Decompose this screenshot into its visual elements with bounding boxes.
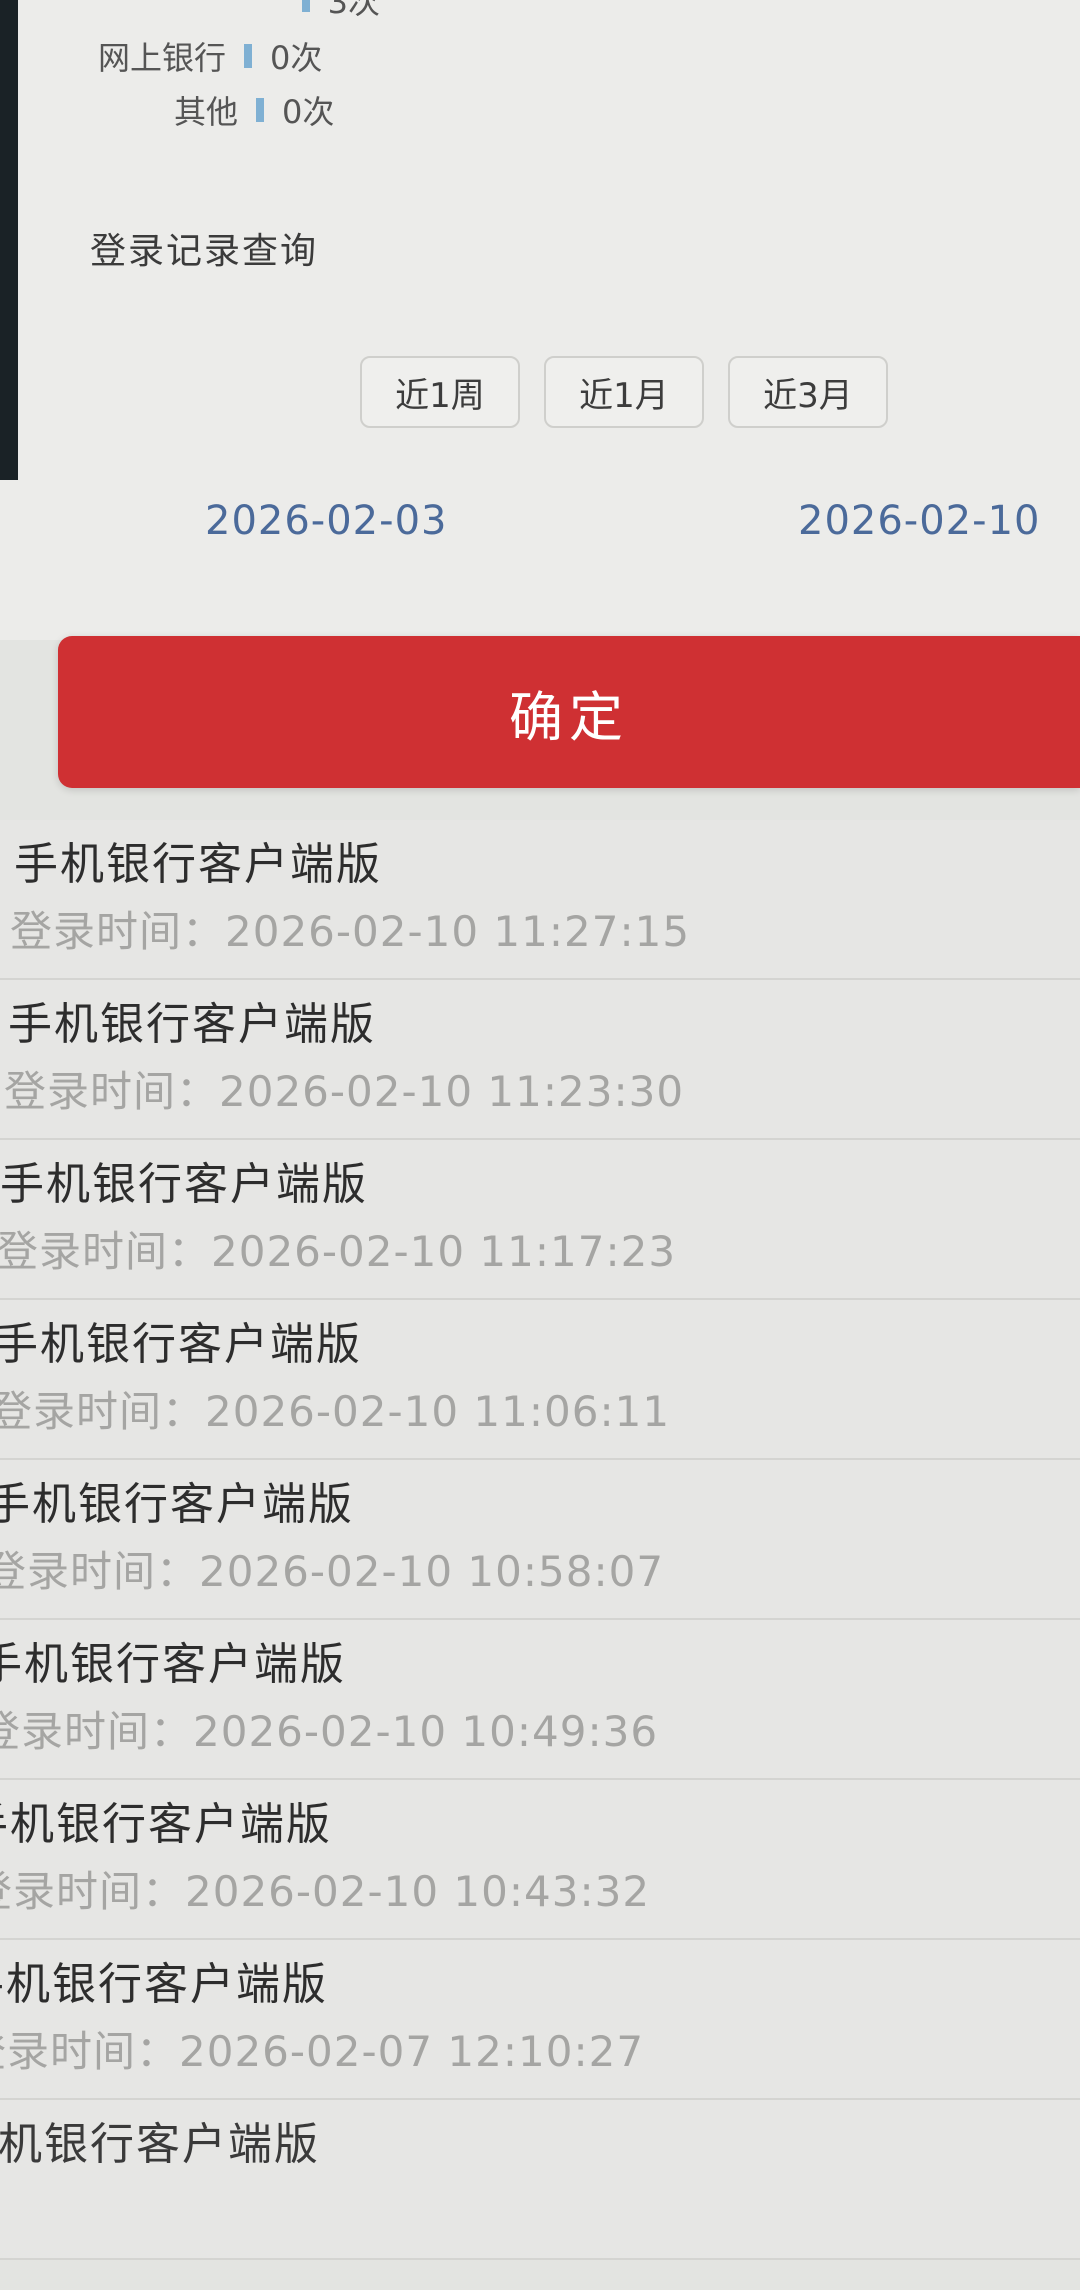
stat-row-online-banking: 网上银行 0次 xyxy=(98,28,322,84)
stat-bar xyxy=(301,0,310,12)
stat-count: 0次 xyxy=(282,93,335,131)
record-time: 登录时间：2026-02-10 11:17:23 xyxy=(0,1227,677,1276)
record-time: 登录时间：2026-02-07 12:10:27 xyxy=(0,2027,645,2076)
list-item[interactable]: 手机银行客户端版 登录时间：2026-02-10 10:58:07 xyxy=(0,1460,1080,1620)
list-item[interactable]: 手机银行客户端版 登录时间：2026-02-07 12:10:27 xyxy=(0,1940,1080,2100)
record-title: 手机银行客户端版 xyxy=(0,1959,328,2010)
record-title: 手机银行客户端版 xyxy=(14,839,382,890)
stat-bar xyxy=(244,44,253,68)
stat-row-other: 其他 0次 xyxy=(174,82,334,138)
stat-count: 0次 xyxy=(270,39,323,77)
stat-bar xyxy=(256,98,265,122)
stat-row-partial: 3次 xyxy=(301,0,380,28)
section-title: 登录记录查询 xyxy=(90,231,319,272)
record-time: 登录时间：2026-02-10 11:27:15 xyxy=(10,907,691,956)
range-chips: 近1周 近1月 近3月 xyxy=(360,356,888,428)
device-bezel xyxy=(0,0,18,480)
record-title: 手机银行客户端版 xyxy=(0,1159,368,1210)
list-item[interactable]: 手机银行客户端版 登录时间：2026-02-10 10:49:36 xyxy=(0,1620,1080,1780)
record-title: 手机银行客户端版 xyxy=(0,2119,320,2170)
end-date-picker[interactable]: 2026-02-10 xyxy=(798,498,1040,544)
login-record-list: 手机银行客户端版 登录时间：2026-02-10 11:27:15 手机银行客户… xyxy=(0,820,1080,2260)
chip-3-months[interactable]: 近3月 xyxy=(728,356,888,428)
list-item[interactable]: 手机银行客户端版 登录时间：2026-02-10 10:43:32 xyxy=(0,1780,1080,1940)
list-item[interactable]: 手机银行客户端版 登录时间：2026-02-10 11:23:30 xyxy=(0,980,1080,1140)
query-panel xyxy=(0,0,1080,640)
record-title: 手机银行客户端版 xyxy=(0,1319,362,1370)
record-time: 登录时间：2026-02-10 10:58:07 xyxy=(0,1547,665,1596)
chip-1-week[interactable]: 近1周 xyxy=(360,356,520,428)
record-time: 登录时间：2026-02-10 11:06:11 xyxy=(0,1387,671,1436)
record-title: 手机银行客户端版 xyxy=(0,1479,354,1530)
stat-label: 其他 xyxy=(174,93,239,131)
stat-count: 3次 xyxy=(327,0,380,21)
confirm-button[interactable]: 确定 xyxy=(58,636,1080,788)
record-title: 手机银行客户端版 xyxy=(0,1799,332,1850)
record-time: 登录时间：2026-02-10 10:43:32 xyxy=(0,1867,651,1916)
list-item[interactable]: 手机银行客户端版 登录时间：2026-02-10 11:06:11 xyxy=(0,1300,1080,1460)
stat-label: 网上银行 xyxy=(98,39,227,77)
list-item[interactable]: 手机银行客户端版 登录时间：2026-02-10 11:17:23 xyxy=(0,1140,1080,1300)
start-date-picker[interactable]: 2026-02-03 xyxy=(205,498,447,544)
record-title: 手机银行客户端版 xyxy=(8,999,376,1050)
list-item[interactable]: 手机银行客户端版 xyxy=(0,2100,1080,2260)
record-time: 登录时间：2026-02-10 10:49:36 xyxy=(0,1707,659,1756)
record-title: 手机银行客户端版 xyxy=(0,1639,346,1690)
record-time: 登录时间：2026-02-10 11:23:30 xyxy=(4,1067,685,1116)
list-item[interactable]: 手机银行客户端版 登录时间：2026-02-10 11:27:15 xyxy=(0,820,1080,980)
chip-1-month[interactable]: 近1月 xyxy=(544,356,704,428)
